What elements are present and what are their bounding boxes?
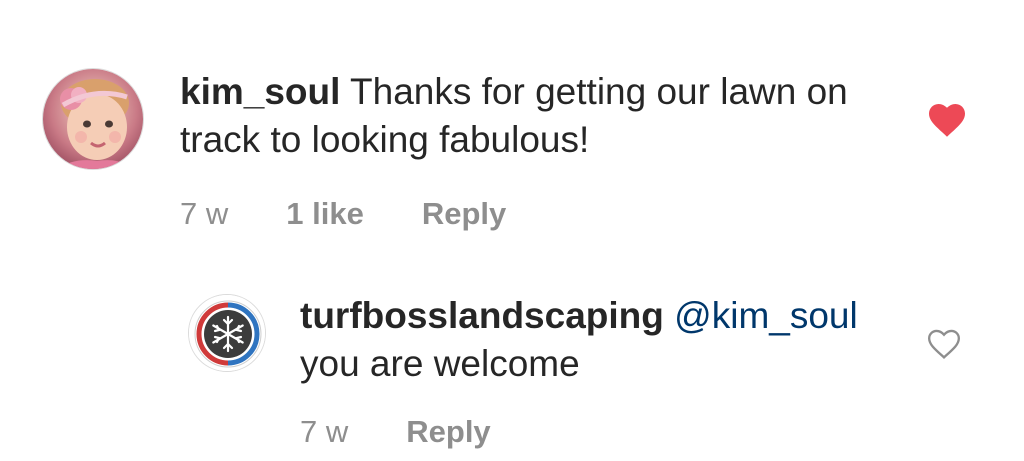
comments-section: kim_soul Thanks for getting our lawn on …	[0, 0, 1024, 461]
avatar[interactable]	[188, 294, 266, 372]
comment: kim_soul Thanks for getting our lawn on …	[42, 58, 982, 231]
comment-timestamp: 7 w	[180, 196, 229, 231]
comment-meta: 7 w 1 like Reply	[180, 196, 900, 232]
baby-photo-avatar-icon	[43, 69, 143, 169]
mention-link[interactable]: @kim_soul	[674, 295, 858, 336]
comment-text: turfbosslandscaping @kim_soulyou are wel…	[300, 292, 900, 388]
comment-message: you are welcome	[300, 343, 580, 384]
reply-comment: turfbosslandscaping @kim_soulyou are wel…	[188, 292, 978, 452]
comment-meta: 7 w Reply	[300, 414, 900, 450]
reply-button[interactable]: Reply	[406, 414, 490, 450]
comment-username[interactable]: kim_soul	[180, 71, 340, 112]
comment-body: kim_soul Thanks for getting our lawn on …	[180, 68, 900, 232]
comment-body: turfbosslandscaping @kim_soulyou are wel…	[300, 292, 900, 450]
snowflake-logo-avatar-icon	[189, 295, 265, 371]
reply-button[interactable]: Reply	[422, 196, 506, 232]
like-count[interactable]: 1 like	[286, 196, 364, 232]
avatar[interactable]	[42, 68, 144, 170]
comment-text: kim_soul Thanks for getting our lawn on …	[180, 68, 900, 164]
heart-filled-icon[interactable]	[927, 102, 967, 138]
comment-username[interactable]: turfbosslandscaping	[300, 295, 664, 336]
comment-timestamp: 7 w	[300, 414, 349, 449]
heart-outline-icon[interactable]	[926, 328, 962, 360]
